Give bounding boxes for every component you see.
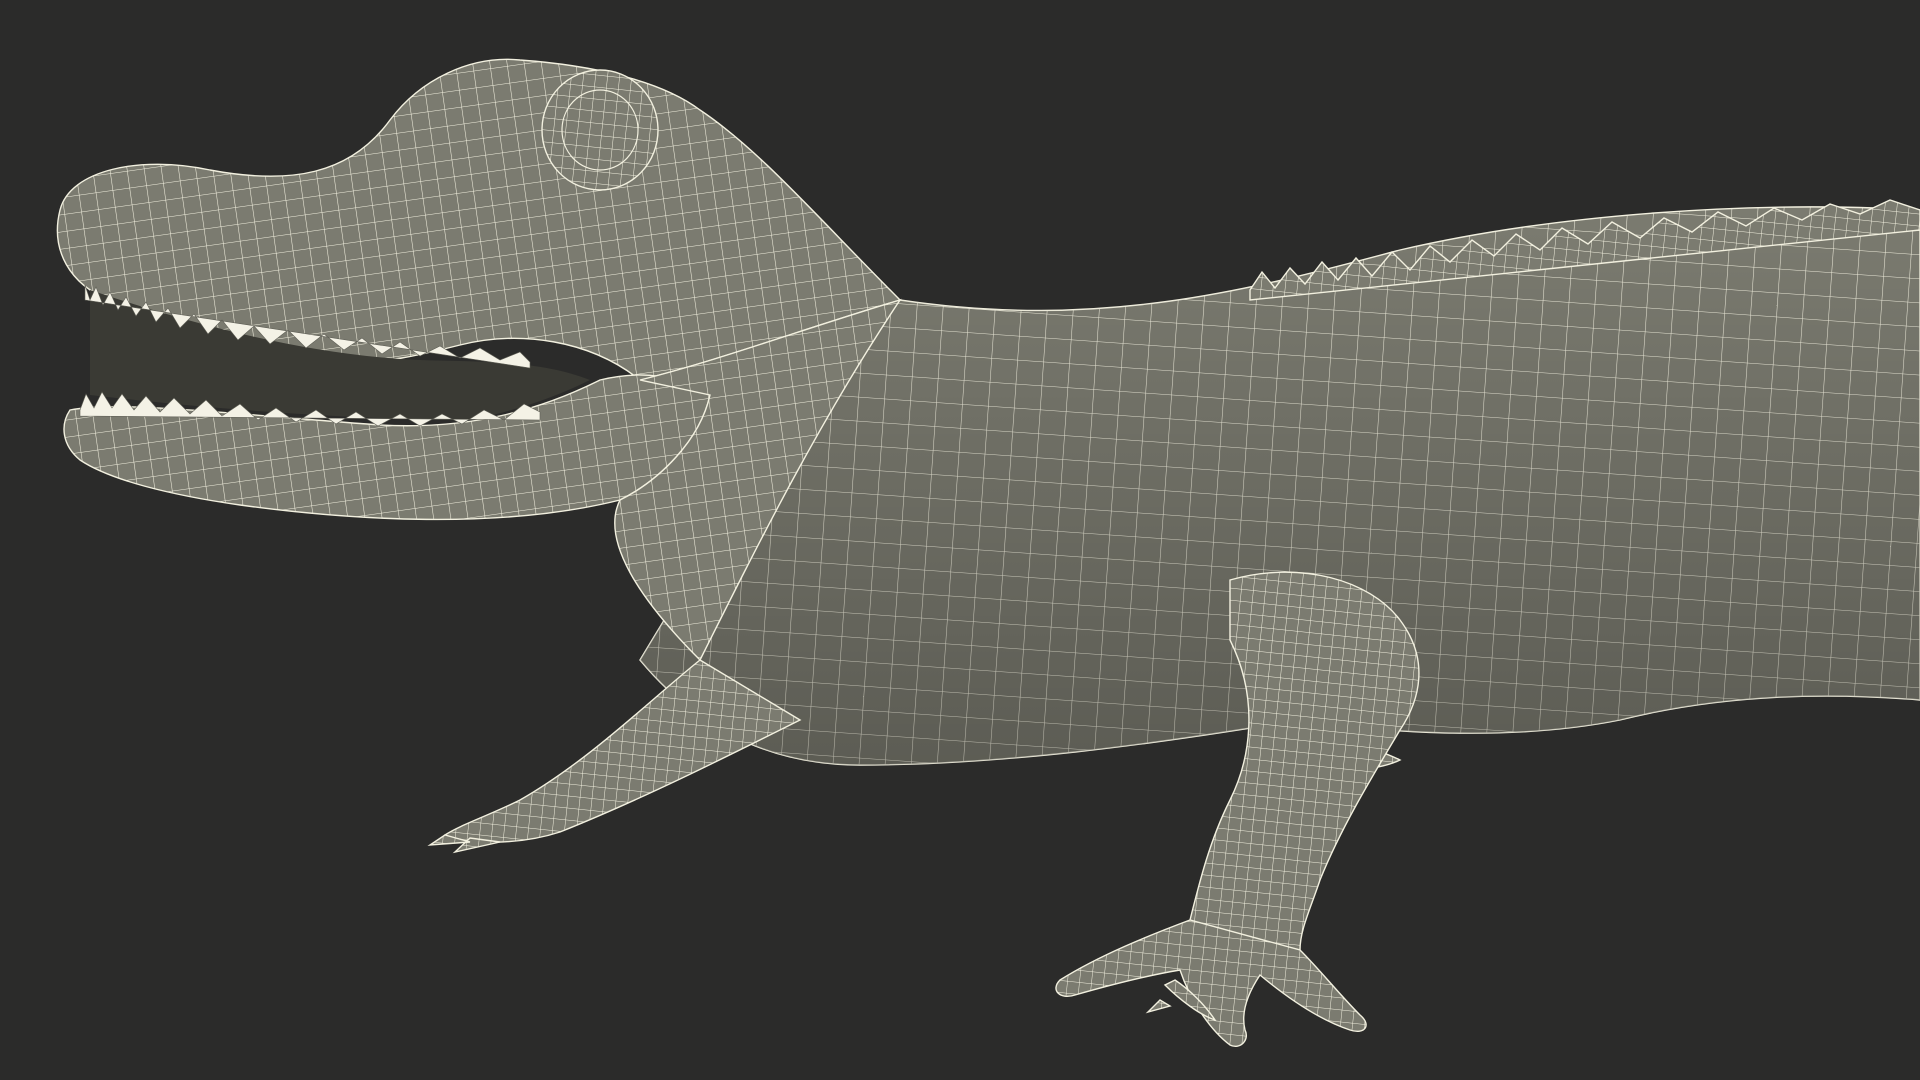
alligator-render <box>56 58 1920 1047</box>
render-viewport <box>0 0 1920 1080</box>
front-leg-left <box>427 659 802 854</box>
